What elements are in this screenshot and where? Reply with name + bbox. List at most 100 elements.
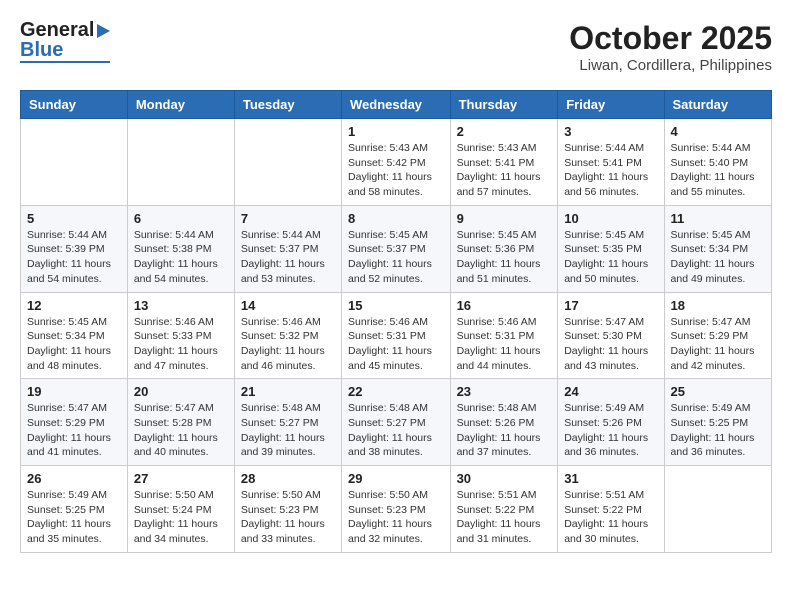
calendar-cell: 5Sunrise: 5:44 AMSunset: 5:39 PMDaylight… (21, 205, 128, 292)
day-number: 11 (671, 211, 765, 226)
day-of-week-header: Wednesday (342, 91, 451, 119)
day-info: Sunrise: 5:46 AMSunset: 5:33 PMDaylight:… (134, 315, 228, 374)
calendar-body: 1 Sunrise: 5:43 AMSunset: 5:42 PMDaylight… (21, 119, 772, 553)
calendar-cell: 18 Sunrise: 5:47 AMSunset: 5:29 PMDayligh… (664, 292, 771, 379)
day-of-week-header: Sunday (21, 91, 128, 119)
calendar-cell: 23 Sunrise: 5:48 AMSunset: 5:26 PMDayligh… (450, 379, 558, 466)
day-number: 18 (671, 298, 765, 313)
calendar-week-row: 1 Sunrise: 5:43 AMSunset: 5:42 PMDaylight… (21, 119, 772, 206)
day-number: 9 (457, 211, 552, 226)
day-number: 2 (457, 124, 552, 139)
day-number: 7 (241, 211, 335, 226)
day-info: Sunrise: 5:45 AMSunset: 5:34 PMDaylight:… (671, 228, 765, 287)
day-info: Sunrise: 5:47 AMSunset: 5:30 PMDaylight:… (564, 315, 657, 374)
calendar-cell (21, 119, 128, 206)
day-of-week-header: Friday (558, 91, 664, 119)
day-info: Sunrise: 5:44 AMSunset: 5:38 PMDaylight:… (134, 228, 228, 287)
logo-blue-text: Blue (20, 40, 63, 60)
day-number: 4 (671, 124, 765, 139)
calendar-cell: 26 Sunrise: 5:49 AMSunset: 5:25 PMDayligh… (21, 466, 128, 553)
calendar-cell: 31Sunrise: 5:51 AMSunset: 5:22 PMDayligh… (558, 466, 664, 553)
calendar-cell: 2 Sunrise: 5:43 AMSunset: 5:41 PMDaylight… (450, 119, 558, 206)
calendar-title: October 2025 (569, 20, 772, 57)
calendar-cell: 10 Sunrise: 5:45 AMSunset: 5:35 PMDayligh… (558, 205, 664, 292)
calendar-cell: 17 Sunrise: 5:47 AMSunset: 5:30 PMDayligh… (558, 292, 664, 379)
day-info: Sunrise: 5:44 AMSunset: 5:37 PMDaylight:… (241, 228, 335, 287)
day-number: 14 (241, 298, 335, 313)
calendar-cell: 6Sunrise: 5:44 AMSunset: 5:38 PMDaylight… (127, 205, 234, 292)
calendar-cell (127, 119, 234, 206)
day-of-week-header: Monday (127, 91, 234, 119)
day-info: Sunrise: 5:44 AMSunset: 5:41 PMDaylight:… (564, 141, 657, 200)
day-number: 19 (27, 384, 121, 399)
day-info: Sunrise: 5:47 AMSunset: 5:29 PMDaylight:… (671, 315, 765, 374)
logo-general-text: General (20, 20, 94, 40)
calendar-cell: 14 Sunrise: 5:46 AMSunset: 5:32 PMDayligh… (234, 292, 341, 379)
day-number: 12 (27, 298, 121, 313)
title-block: October 2025 Liwan, Cordillera, Philippi… (569, 20, 772, 74)
day-number: 20 (134, 384, 228, 399)
calendar-cell: 8 Sunrise: 5:45 AMSunset: 5:37 PMDaylight… (342, 205, 451, 292)
day-number: 21 (241, 384, 335, 399)
calendar-cell: 11 Sunrise: 5:45 AMSunset: 5:34 PMDayligh… (664, 205, 771, 292)
logo-underline (20, 61, 110, 63)
day-info: Sunrise: 5:49 AMSunset: 5:25 PMDaylight:… (27, 488, 121, 547)
day-of-week-header: Saturday (664, 91, 771, 119)
page-header: General Blue October 2025 Liwan, Cordill… (20, 20, 772, 74)
day-info: Sunrise: 5:51 AMSunset: 5:22 PMDaylight:… (457, 488, 552, 547)
day-number: 1 (348, 124, 444, 139)
day-number: 26 (27, 471, 121, 486)
day-info: Sunrise: 5:48 AMSunset: 5:27 PMDaylight:… (241, 401, 335, 460)
calendar-cell: 3 Sunrise: 5:44 AMSunset: 5:41 PMDaylight… (558, 119, 664, 206)
day-of-week-header: Thursday (450, 91, 558, 119)
day-number: 28 (241, 471, 335, 486)
day-number: 27 (134, 471, 228, 486)
calendar-subtitle: Liwan, Cordillera, Philippines (569, 57, 772, 74)
day-number: 16 (457, 298, 552, 313)
day-number: 5 (27, 211, 121, 226)
calendar-cell: 16Sunrise: 5:46 AMSunset: 5:31 PMDayligh… (450, 292, 558, 379)
calendar-week-row: 12Sunrise: 5:45 AMSunset: 5:34 PMDayligh… (21, 292, 772, 379)
day-number: 17 (564, 298, 657, 313)
day-info: Sunrise: 5:48 AMSunset: 5:27 PMDaylight:… (348, 401, 444, 460)
calendar-cell: 19Sunrise: 5:47 AMSunset: 5:29 PMDayligh… (21, 379, 128, 466)
day-header-row: SundayMondayTuesdayWednesdayThursdayFrid… (21, 91, 772, 119)
calendar-cell: 1 Sunrise: 5:43 AMSunset: 5:42 PMDaylight… (342, 119, 451, 206)
day-number: 25 (671, 384, 765, 399)
day-info: Sunrise: 5:45 AMSunset: 5:35 PMDaylight:… (564, 228, 657, 287)
day-number: 24 (564, 384, 657, 399)
calendar-cell: 12Sunrise: 5:45 AMSunset: 5:34 PMDayligh… (21, 292, 128, 379)
calendar-table: SundayMondayTuesdayWednesdayThursdayFrid… (20, 90, 772, 553)
day-info: Sunrise: 5:46 AMSunset: 5:32 PMDaylight:… (241, 315, 335, 374)
day-number: 10 (564, 211, 657, 226)
day-info: Sunrise: 5:50 AMSunset: 5:23 PMDaylight:… (348, 488, 444, 547)
day-number: 23 (457, 384, 552, 399)
logo-triangle-icon (97, 24, 110, 38)
day-number: 15 (348, 298, 444, 313)
day-number: 3 (564, 124, 657, 139)
calendar-cell (234, 119, 341, 206)
day-number: 31 (564, 471, 657, 486)
day-number: 22 (348, 384, 444, 399)
calendar-cell: 30Sunrise: 5:51 AMSunset: 5:22 PMDayligh… (450, 466, 558, 553)
day-info: Sunrise: 5:45 AMSunset: 5:37 PMDaylight:… (348, 228, 444, 287)
calendar-week-row: 5Sunrise: 5:44 AMSunset: 5:39 PMDaylight… (21, 205, 772, 292)
calendar-week-row: 19Sunrise: 5:47 AMSunset: 5:29 PMDayligh… (21, 379, 772, 466)
calendar-cell: 25Sunrise: 5:49 AMSunset: 5:25 PMDayligh… (664, 379, 771, 466)
day-info: Sunrise: 5:45 AMSunset: 5:36 PMDaylight:… (457, 228, 552, 287)
calendar-cell: 15Sunrise: 5:46 AMSunset: 5:31 PMDayligh… (342, 292, 451, 379)
day-info: Sunrise: 5:49 AMSunset: 5:26 PMDaylight:… (564, 401, 657, 460)
calendar-cell: 4Sunrise: 5:44 AMSunset: 5:40 PMDaylight… (664, 119, 771, 206)
calendar-cell (664, 466, 771, 553)
day-info: Sunrise: 5:47 AMSunset: 5:28 PMDaylight:… (134, 401, 228, 460)
calendar-cell: 21 Sunrise: 5:48 AMSunset: 5:27 PMDayligh… (234, 379, 341, 466)
calendar-cell: 7 Sunrise: 5:44 AMSunset: 5:37 PMDaylight… (234, 205, 341, 292)
day-number: 8 (348, 211, 444, 226)
day-number: 13 (134, 298, 228, 313)
day-info: Sunrise: 5:48 AMSunset: 5:26 PMDaylight:… (457, 401, 552, 460)
calendar-cell: 24 Sunrise: 5:49 AMSunset: 5:26 PMDayligh… (558, 379, 664, 466)
day-info: Sunrise: 5:43 AMSunset: 5:41 PMDaylight:… (457, 141, 552, 200)
calendar-cell: 20 Sunrise: 5:47 AMSunset: 5:28 PMDayligh… (127, 379, 234, 466)
day-info: Sunrise: 5:50 AMSunset: 5:24 PMDaylight:… (134, 488, 228, 547)
day-info: Sunrise: 5:43 AMSunset: 5:42 PMDaylight:… (348, 141, 444, 200)
